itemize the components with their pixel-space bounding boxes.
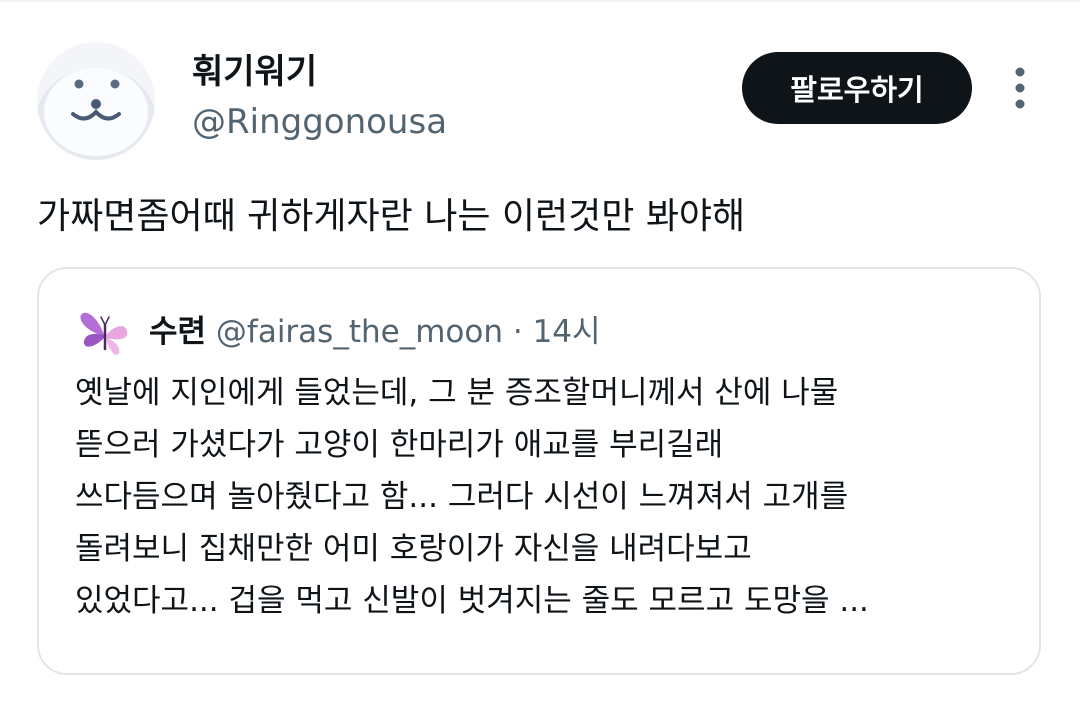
quote-line: 있었다고... 겁을 먹고 신발이 벗겨지는 줄도 모르고 도망을 ... xyxy=(75,583,869,619)
quote-header: 수련 @fairas_the_moon · 14시 xyxy=(149,309,601,355)
quote-author-display-name[interactable]: 수련 xyxy=(149,314,206,350)
follow-button-label: 팔로우하기 xyxy=(790,73,924,107)
quote-separator: · xyxy=(512,314,523,350)
purple-butterfly-icon xyxy=(80,312,128,355)
quoted-tweet-card[interactable]: 수련 @fairas_the_moon · 14시 옛날에 지인에게 들었는데,… xyxy=(37,267,1041,675)
quote-line: 쓰다듬으며 놀아줬다고 함... 그러다 시선이 느껴져서 고개를 xyxy=(75,479,849,515)
author-display-name[interactable]: 훠기워기 xyxy=(192,50,317,94)
quote-line: 뜯으러 가셨다가 고양이 한마리가 애교를 부리길래 xyxy=(75,427,724,463)
tweet-text: 가짜면좀어때 귀하게자란 나는 이런것만 봐야해 xyxy=(37,196,746,237)
quote-line: 돌려보니 집채만한 어미 호랑이가 자신을 내려다보고 xyxy=(75,531,752,567)
quote-author-avatar[interactable] xyxy=(77,305,133,361)
vertical-ellipsis-icon xyxy=(1015,67,1025,109)
quote-timestamp[interactable]: 14시 xyxy=(533,314,601,350)
author-handle[interactable]: @Ringgonousa xyxy=(192,100,447,144)
more-options-button[interactable] xyxy=(1003,64,1037,112)
author-avatar[interactable] xyxy=(37,42,155,160)
follow-button[interactable]: 팔로우하기 xyxy=(742,52,972,124)
top-divider xyxy=(0,0,1080,2)
white-seal-face-icon xyxy=(37,42,155,160)
quote-body: 옛날에 지인에게 들었는데, 그 분 증조할머니께서 산에 나물 뜯으러 가셨다… xyxy=(75,367,1015,627)
quote-author-handle[interactable]: @fairas_the_moon xyxy=(216,314,503,350)
quote-line: 옛날에 지인에게 들었는데, 그 분 증조할머니께서 산에 나물 xyxy=(75,375,839,411)
